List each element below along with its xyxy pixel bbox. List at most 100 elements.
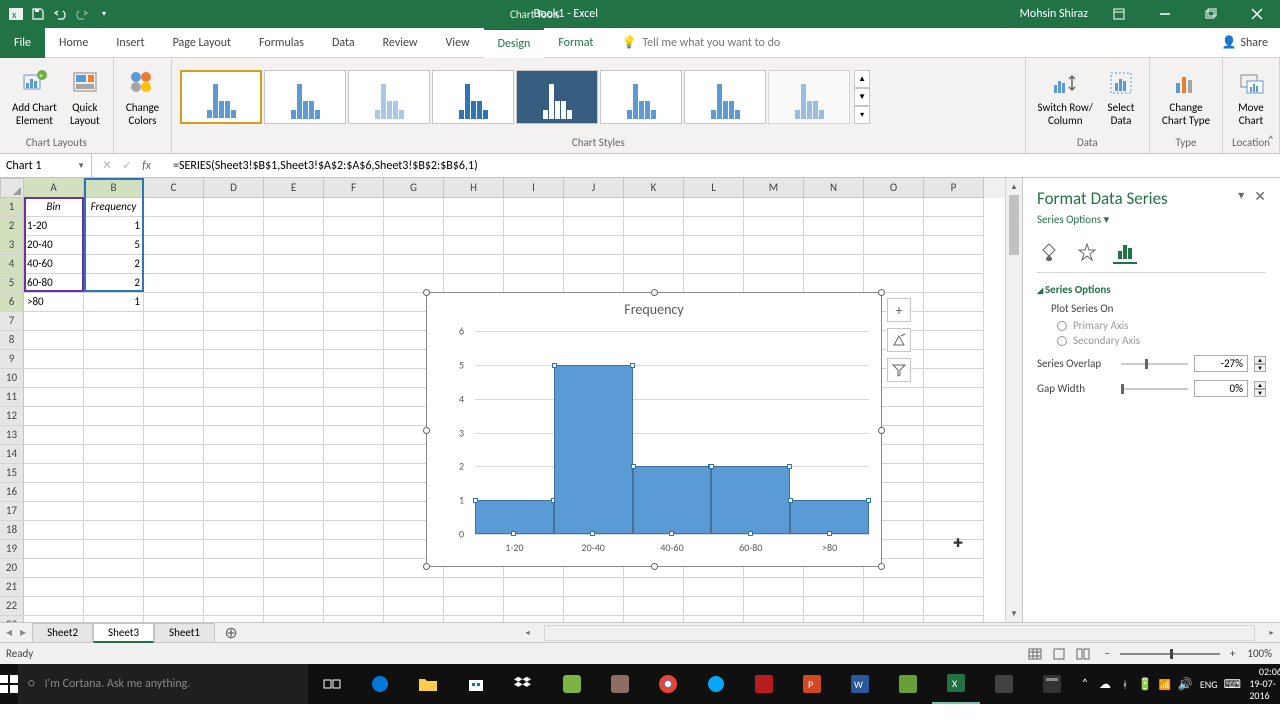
scroll-up-button[interactable]: ▲ <box>1006 178 1022 195</box>
cell[interactable] <box>204 597 264 616</box>
effects-tab-icon[interactable] <box>1075 240 1099 264</box>
dropbox-icon[interactable] <box>500 664 548 704</box>
sheet-tab-sheet2[interactable]: Sheet2 <box>32 623 93 643</box>
row-header[interactable]: 19 <box>0 540 24 559</box>
tray-network-icon[interactable]: 📶 <box>1156 664 1174 704</box>
fill-line-tab-icon[interactable] <box>1037 240 1061 264</box>
cell[interactable] <box>24 426 84 445</box>
cell[interactable] <box>84 540 144 559</box>
series-overlap-input[interactable] <box>1194 355 1248 372</box>
cell[interactable] <box>324 464 384 483</box>
resize-handle[interactable] <box>878 563 885 570</box>
cell[interactable] <box>384 255 444 274</box>
cell[interactable] <box>744 274 804 293</box>
cell[interactable] <box>324 274 384 293</box>
cell[interactable] <box>264 388 324 407</box>
cell[interactable] <box>624 255 684 274</box>
resize-handle[interactable] <box>878 427 885 434</box>
cell[interactable] <box>864 597 924 616</box>
cell[interactable] <box>84 407 144 426</box>
cell[interactable] <box>144 597 204 616</box>
powerpoint-icon[interactable]: P <box>788 664 836 704</box>
chrome-icon[interactable] <box>644 664 692 704</box>
cell[interactable] <box>144 464 204 483</box>
cell[interactable] <box>144 198 204 217</box>
cell[interactable] <box>204 331 264 350</box>
row-header[interactable]: 15 <box>0 464 24 483</box>
tab-file[interactable]: File <box>0 28 45 58</box>
cell[interactable] <box>204 578 264 597</box>
cell[interactable] <box>264 236 324 255</box>
cell[interactable] <box>744 616 804 622</box>
cell[interactable] <box>504 616 564 622</box>
cell[interactable] <box>324 578 384 597</box>
cell[interactable] <box>204 312 264 331</box>
tray-lang[interactable]: ENG <box>1196 664 1221 704</box>
app-icon-3[interactable] <box>692 664 740 704</box>
fx-icon[interactable]: fx <box>142 159 157 173</box>
cell[interactable] <box>924 331 984 350</box>
gap-width-slider[interactable] <box>1121 388 1188 390</box>
row-header[interactable]: 3 <box>0 236 24 255</box>
cell[interactable] <box>24 597 84 616</box>
tab-page-layout[interactable]: Page Layout <box>159 28 245 58</box>
col-header-k[interactable]: K <box>624 178 684 198</box>
pane-subtitle[interactable]: Series Options ▾ <box>1037 213 1266 226</box>
gap-width-input[interactable] <box>1194 380 1248 397</box>
gap-spin-up[interactable]: ▲ <box>1254 381 1266 389</box>
cell[interactable] <box>684 198 744 217</box>
cell[interactable] <box>504 217 564 236</box>
row-header[interactable]: 1 <box>0 198 24 217</box>
cell[interactable] <box>504 597 564 616</box>
resize-handle[interactable] <box>423 563 430 570</box>
undo-icon[interactable] <box>52 6 68 22</box>
cell[interactable] <box>384 274 444 293</box>
row-header[interactable]: 22 <box>0 597 24 616</box>
zoom-level[interactable]: 100% <box>1239 647 1280 660</box>
cell[interactable] <box>744 255 804 274</box>
cell[interactable] <box>444 217 504 236</box>
cell[interactable] <box>744 236 804 255</box>
cell[interactable] <box>864 578 924 597</box>
name-box[interactable]: Chart 1 ▼ <box>0 154 92 177</box>
cell[interactable] <box>564 274 624 293</box>
cell[interactable] <box>384 616 444 622</box>
cell[interactable] <box>84 331 144 350</box>
cell[interactable] <box>24 540 84 559</box>
chart-style-3[interactable] <box>348 70 430 124</box>
sheet-nav-next[interactable]: ▸ <box>20 625 26 640</box>
cell[interactable] <box>84 483 144 502</box>
calculator-icon[interactable] <box>1028 664 1076 704</box>
embedded-chart[interactable]: Frequency 0123456 1-2020-4040-6060-80>80… <box>426 292 882 567</box>
cell[interactable] <box>924 426 984 445</box>
file-explorer-icon[interactable] <box>404 664 452 704</box>
cell[interactable] <box>864 236 924 255</box>
cell[interactable] <box>804 217 864 236</box>
cell[interactable] <box>24 331 84 350</box>
app-icon-5[interactable] <box>980 664 1028 704</box>
cell[interactable] <box>924 616 984 622</box>
cell[interactable] <box>264 426 324 445</box>
cell[interactable] <box>264 293 324 312</box>
cell[interactable] <box>144 540 204 559</box>
quick-layout-button[interactable]: Quick Layout <box>65 65 105 129</box>
row-header[interactable]: 8 <box>0 331 24 350</box>
cell[interactable] <box>444 198 504 217</box>
row-header[interactable]: 9 <box>0 350 24 369</box>
row-header[interactable]: 16 <box>0 483 24 502</box>
word-icon[interactable]: W <box>836 664 884 704</box>
app-icon-2[interactable] <box>596 664 644 704</box>
cell[interactable] <box>264 483 324 502</box>
cell[interactable] <box>324 521 384 540</box>
cell[interactable] <box>204 502 264 521</box>
resize-handle[interactable] <box>651 289 658 296</box>
cell[interactable] <box>804 616 864 622</box>
cell[interactable] <box>684 274 744 293</box>
cell[interactable] <box>924 445 984 464</box>
cell[interactable] <box>324 597 384 616</box>
chart-bar[interactable] <box>633 466 712 534</box>
cell[interactable] <box>144 217 204 236</box>
resize-handle[interactable] <box>423 427 430 434</box>
row-header[interactable]: 23 <box>0 616 24 622</box>
chart-plot-area[interactable]: 0123456 <box>475 331 869 534</box>
